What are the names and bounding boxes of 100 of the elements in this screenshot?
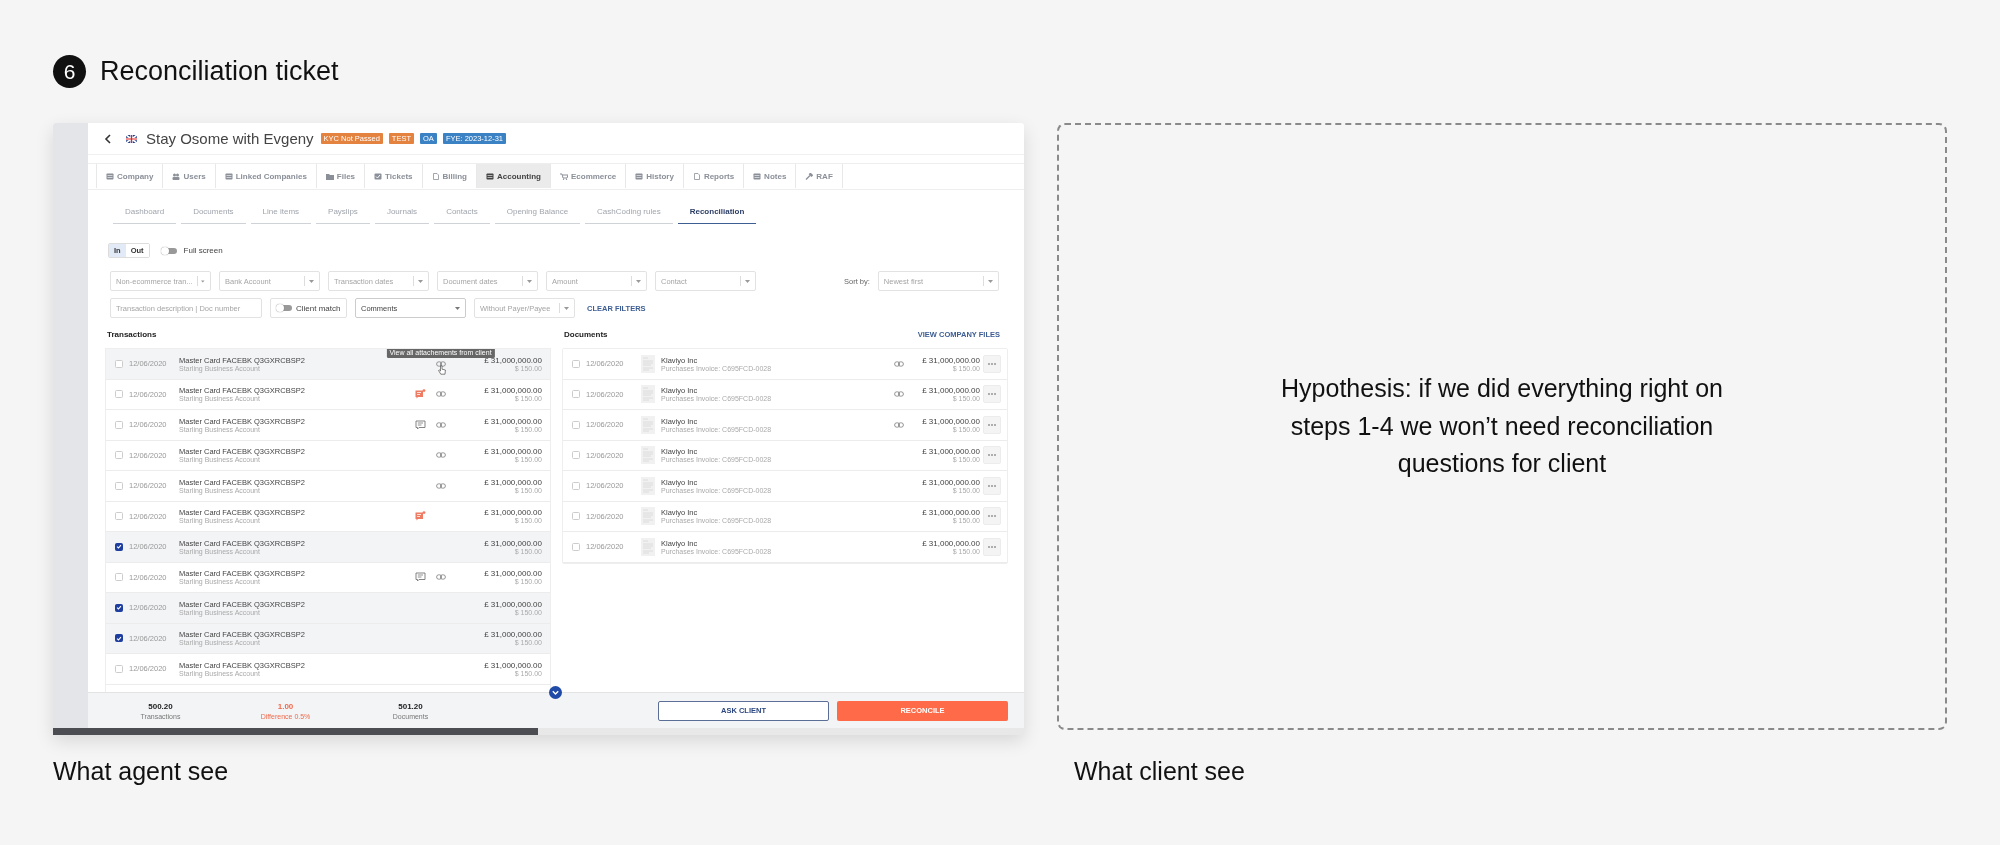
caret-icon [745,279,750,283]
more-icon [988,423,996,426]
section-title: Transactions [107,329,157,339]
link-icon[interactable] [893,360,904,367]
step-number: 6 [53,55,86,88]
amount-text: £ 31,000,000.00 [922,508,980,518]
folder-icon [325,172,334,180]
toggle-switch[interactable] [162,247,177,254]
amount-text: £ 31,000,000.00 [484,386,542,396]
caret-icon [309,279,314,283]
caption: What agent see [53,757,230,786]
amount-text: £ 31,000,000.00 [922,538,980,548]
comment-icon[interactable] [415,572,426,583]
amount-text: £ 31,000,000.00 [922,386,980,396]
more-icon [988,454,996,457]
document-thumbnail-icon [641,385,655,404]
more-button[interactable] [983,446,1001,465]
document-thumbnail-icon [641,415,655,434]
checkbox[interactable] [115,603,123,612]
more-button[interactable] [983,415,1001,434]
more-button[interactable] [983,476,1001,495]
card-icon [753,172,762,180]
document-thumbnail-icon [641,476,655,495]
subtab[interactable]: Payslips [316,200,370,224]
scroll-down-button[interactable] [549,686,562,699]
more-icon [988,484,996,487]
more-icon [988,515,996,518]
amount-text: £ 31,000,000.00 [484,660,542,670]
tab[interactable]: RAF [795,164,843,188]
summary-value: 500.20 [148,701,173,711]
card-icon [635,172,644,180]
amount-text: £ 31,000,000.00 [484,569,542,579]
document-icon [431,172,440,180]
company-title: Stay Osome with Evgeny [146,130,314,147]
caption: What client see [1074,757,1246,786]
caret-icon [201,279,205,283]
comment-alert-icon[interactable] [415,389,426,400]
caret-icon [455,306,460,310]
more-button[interactable] [983,385,1001,404]
subtab[interactable]: CashCoding rules [585,200,673,224]
users-icon [172,172,181,180]
comment-icon[interactable] [415,419,426,430]
link-icon[interactable] [435,482,446,489]
subtab[interactable]: Dashboard [113,200,177,224]
more-icon [988,362,996,365]
amount-text: £ 31,000,000.00 [484,508,542,518]
back-icon[interactable] [104,133,111,144]
hand-cursor-icon [438,364,446,375]
amount-text: £ 31,000,000.00 [922,355,980,365]
link-icon[interactable] [435,360,446,367]
document-icon [692,172,701,180]
subtab[interactable]: Opening Balance [494,200,581,224]
card-icon [106,172,114,180]
link-icon[interactable] [435,421,446,428]
amount-text: £ 31,000,000.00 [484,477,542,487]
subtab[interactable]: Journals [374,200,430,224]
subtab[interactable]: Line items [250,200,312,224]
more-button[interactable] [983,507,1001,526]
document-thumbnail-icon [641,507,655,526]
more-button[interactable] [983,354,1001,373]
link-icon[interactable] [435,452,446,459]
summary-value: 501.20 [398,701,423,711]
tab[interactable]: Accounting [475,164,550,188]
document-thumbnail-icon [641,537,655,556]
flag-icon [126,134,137,143]
link-icon[interactable] [435,574,446,581]
caret-icon [418,279,423,283]
document-thumbnail-icon [641,446,655,465]
comment-alert-icon[interactable] [415,511,426,522]
amount-text: £ 31,000,000.00 [484,599,542,609]
amount-text: £ 31,000,000.00 [922,477,980,487]
amount-text: £ 31,000,000.00 [484,355,542,365]
link-icon[interactable] [893,391,904,398]
amount-text: £ 31,000,000.00 [484,538,542,548]
amount-text: £ 31,000,000.00 [484,630,542,640]
more-icon [988,545,996,548]
amount-text: £ 31,000,000.00 [484,447,542,457]
caret-icon [564,306,569,310]
client-match-control[interactable]: Client match [270,298,347,318]
subtab[interactable]: Contacts [434,200,490,224]
toggle-label: Full screen [183,246,223,255]
hypothesis-text: Hypothesis: if we did everything right on steps 1-4 we won’t need reconciliation questions for client [1280,373,1724,480]
slide-title: Reconciliation ticket [100,56,339,87]
checkbox[interactable] [115,634,123,643]
more-icon [988,393,996,396]
link-icon[interactable] [893,421,904,428]
caret-icon [527,279,532,283]
cart-icon [559,172,568,180]
more-button[interactable] [983,537,1001,556]
subtab[interactable]: Reconciliation [677,200,757,224]
section-title: Documents [564,329,608,339]
summary-value: 1.00 [277,701,294,711]
hammer-icon [805,172,814,180]
amount-text: £ 31,000,000.00 [922,416,980,426]
caret-icon [987,279,993,283]
subtab[interactable]: Documents [181,200,246,224]
scrollbar[interactable] [53,728,538,735]
link-icon[interactable] [435,391,446,398]
checkbox[interactable] [115,542,123,551]
checkbox-icon [374,172,383,180]
